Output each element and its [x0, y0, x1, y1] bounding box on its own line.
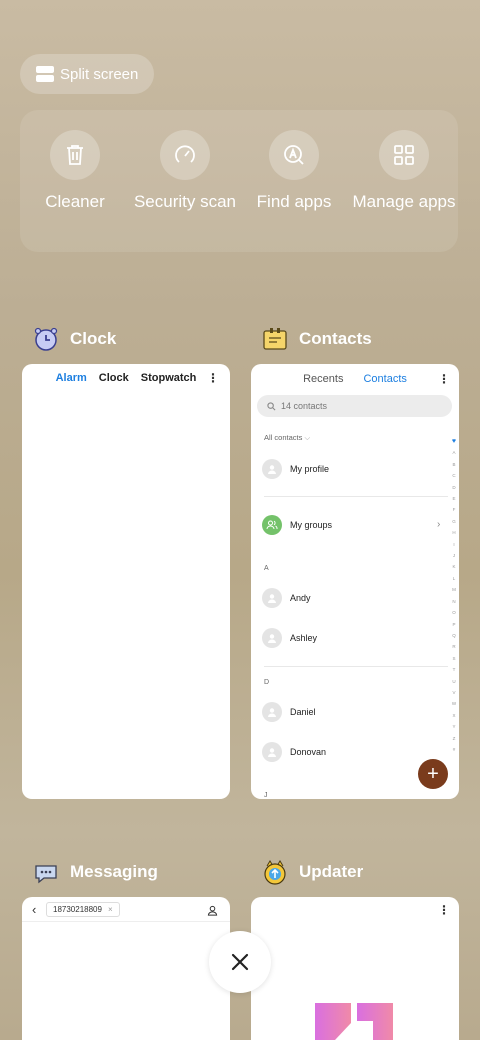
messaging-app-title: Messaging [70, 862, 158, 881]
section-header-j: J [264, 792, 268, 799]
clock-recent-card[interactable]: Alarm Clock Stopwatch ⋮ [22, 364, 230, 799]
section-header-a: A [264, 565, 269, 572]
avatar [262, 459, 282, 479]
contact-row[interactable]: Donovan [262, 742, 326, 762]
updater-recent-card[interactable]: ⋮ [251, 897, 459, 1040]
search-icon [267, 401, 276, 410]
updater-app-title: Updater [299, 862, 364, 881]
search-placeholder: 14 contacts [281, 401, 328, 411]
tab-contacts[interactable]: Contacts [363, 373, 406, 385]
tab-clock[interactable]: Clock [99, 372, 129, 384]
cleaner-button[interactable]: Cleaner [20, 130, 130, 212]
contacts-app-icon [261, 325, 289, 353]
trash-icon [50, 130, 100, 180]
avatar [262, 742, 282, 762]
chevron-right-icon: › [437, 519, 441, 530]
version-logo-graphic [315, 1003, 393, 1040]
tab-stopwatch[interactable]: Stopwatch [141, 372, 197, 384]
messaging-app-icon [32, 858, 60, 886]
updater-app-icon [261, 858, 289, 886]
contact-name: Donovan [290, 747, 327, 757]
contacts-recent-card[interactable]: Recents Contacts ⋮ 14 contacts All conta… [251, 364, 459, 799]
grid-icon [379, 130, 429, 180]
more-options-icon[interactable]: ⋮ [438, 903, 450, 917]
more-options-icon[interactable]: ⋮ [207, 371, 219, 385]
clock-app-icon [32, 325, 60, 353]
contact-row[interactable]: Andy [262, 588, 311, 608]
find-apps-button[interactable]: Find apps [239, 130, 349, 212]
contacts-app-title: Contacts [299, 329, 372, 348]
chevron-down-icon: ⌵ [304, 433, 311, 442]
person-icon[interactable] [207, 903, 218, 921]
manage-apps-label: Manage apps [352, 192, 456, 211]
section-header-d: D [264, 679, 270, 686]
my-profile-row[interactable]: My profile [262, 459, 329, 479]
contact-name: Andy [290, 593, 311, 603]
split-screen-icon [36, 66, 54, 82]
contact-row[interactable]: Daniel [262, 702, 316, 722]
security-scan-button[interactable]: Security scan [130, 130, 240, 212]
divider [264, 496, 448, 497]
more-options-icon[interactable]: ⋮ [438, 372, 450, 386]
manage-apps-button[interactable]: Manage apps [349, 130, 459, 212]
add-contact-button[interactable]: + [418, 759, 448, 789]
updater-app-header[interactable]: Updater [261, 858, 363, 886]
split-screen-button[interactable]: Split screen [20, 54, 154, 94]
close-icon[interactable]: × [108, 905, 113, 914]
quick-tools-panel: Cleaner Security scan Find apps Manage a… [20, 110, 458, 252]
clear-all-button[interactable] [209, 931, 271, 993]
contacts-filter-dropdown[interactable]: All contacts ⌵ [264, 433, 310, 443]
clock-app-title: Clock [70, 329, 117, 348]
tab-recents[interactable]: Recents [303, 373, 343, 385]
contacts-search-input[interactable]: 14 contacts [257, 395, 452, 417]
search-app-icon [269, 130, 319, 180]
recipient-chip[interactable]: 18730218809 × [46, 902, 120, 917]
contact-name: Ashley [290, 633, 318, 643]
avatar [262, 702, 282, 722]
find-apps-label: Find apps [256, 192, 332, 211]
cleaner-label: Cleaner [45, 192, 105, 211]
divider [22, 921, 230, 922]
split-screen-label: Split screen [60, 65, 139, 83]
heart-icon: ♥ [451, 438, 457, 445]
clock-tabs: Alarm Clock Stopwatch [22, 372, 230, 384]
my-profile-label: My profile [290, 464, 330, 474]
tab-alarm[interactable]: Alarm [56, 372, 87, 384]
avatar [262, 628, 282, 648]
back-arrow-icon[interactable]: ‹ [32, 902, 36, 917]
alphabet-index[interactable]: ♥ A B C D E F G H I J K L M N O P Q R S … [451, 436, 457, 755]
my-groups-row[interactable]: My groups [262, 515, 332, 535]
contacts-tabs: Recents Contacts [251, 373, 459, 385]
contact-name: Daniel [290, 707, 316, 717]
group-icon [262, 515, 282, 535]
close-icon [231, 953, 249, 971]
clock-app-header[interactable]: Clock [32, 325, 116, 353]
messaging-app-header[interactable]: Messaging [32, 858, 158, 886]
security-scan-label: Security scan [133, 192, 237, 211]
divider [264, 666, 448, 667]
speedometer-icon [160, 130, 210, 180]
contacts-app-header[interactable]: Contacts [261, 325, 372, 353]
my-groups-label: My groups [290, 520, 333, 530]
avatar [262, 588, 282, 608]
contact-row[interactable]: Ashley [262, 628, 317, 648]
messaging-recent-card[interactable]: ‹ 18730218809 × [22, 897, 230, 1040]
